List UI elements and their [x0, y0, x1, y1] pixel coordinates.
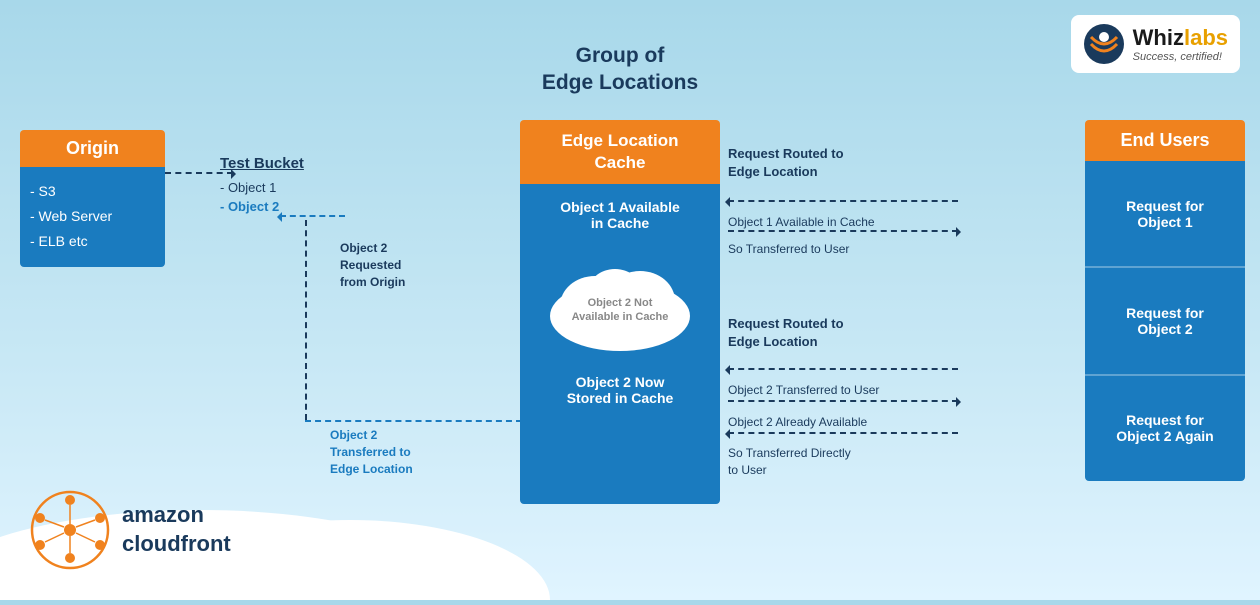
test-bucket-title: Test Bucket [220, 155, 380, 172]
arrow-left-1 [720, 197, 730, 207]
request-routed-2-arrow [728, 368, 958, 370]
request-routed-1-arrow [728, 200, 958, 202]
whizlabs-logo: Whizlabs Success, certified! [1071, 15, 1240, 73]
arrow-left-3 [720, 365, 730, 375]
logo-labs: labs [1184, 25, 1228, 50]
test-bucket-area: Test Bucket - Object 1 - Object 2 [220, 155, 380, 216]
arrow-right-4 [956, 397, 966, 407]
end-users-header: End Users [1085, 120, 1245, 161]
obj2-requested-label: Object 2Requestedfrom Origin [340, 240, 450, 290]
obj2-already-label: Object 2 Already Available [728, 415, 867, 429]
obj2-left-arrow [280, 215, 345, 217]
origin-item-elb: - ELB etc [30, 229, 155, 254]
edge-cache-header: Edge LocationCache [520, 120, 720, 184]
logo-tagline: Success, certified! [1133, 51, 1228, 63]
origin-body: - S3 - Web Server - ELB etc [20, 167, 165, 267]
cloudfront-icon [30, 490, 110, 570]
obj1-available-arrow [728, 230, 958, 232]
svg-text:Available in Cache: Available in Cache [572, 311, 669, 323]
end-users-box: End Users Request forObject 1 Request fo… [1085, 120, 1245, 481]
so-transferred-label: So Transferred to User [728, 242, 849, 256]
end-users-body: Request forObject 1 Request forObject 2 … [1085, 161, 1245, 481]
arrow-left-5 [720, 429, 730, 439]
logo-text-block: Whizlabs Success, certified! [1133, 25, 1228, 63]
request-routed-1-label: Request Routed toEdge Location [728, 145, 893, 181]
arrow-left-head-blue [272, 212, 282, 222]
cloud-shape: Object 2 Not Available in Cache [540, 246, 700, 359]
obj2-already-arrow [728, 432, 958, 434]
obj2-to-edge-arrow [305, 420, 522, 422]
obj1-available-label: Object 1 Available in Cache [728, 215, 958, 229]
arrow-right-2 [956, 227, 966, 237]
group-edge-title: Group ofEdge Locations [510, 42, 730, 97]
whizlabs-icon [1083, 23, 1125, 65]
obj2-vertical-line [305, 220, 307, 420]
obj2-transferred-user-label: Object 2 Transferred to User [728, 383, 879, 397]
svg-text:Object 2 Not: Object 2 Not [588, 297, 653, 309]
origin-item-web: - Web Server [30, 204, 155, 229]
logo-company-name: Whizlabs [1133, 25, 1228, 51]
origin-header: Origin [20, 130, 165, 167]
origin-item-s3: - S3 [30, 179, 155, 204]
cloudfront-logo: amazoncloudfront [30, 490, 231, 570]
cache-obj1-label: Object 1 Availablein Cache [560, 199, 680, 231]
end-user-obj2-again: Request forObject 2 Again [1085, 376, 1245, 481]
end-user-obj1: Request forObject 1 [1085, 161, 1245, 268]
test-bucket-obj1: - Object 1 [220, 178, 380, 197]
so-direct-label: So Transferred Directlyto User [728, 445, 851, 479]
end-user-obj2: Request forObject 2 [1085, 268, 1245, 375]
request-routed-2-label: Request Routed toEdge Location [728, 315, 893, 351]
cloudfront-text: amazoncloudfront [122, 501, 231, 558]
cache-obj2-stored-label: Object 2 NowStored in Cache [567, 374, 674, 406]
edge-cache-box: Edge LocationCache Object 1 Availablein … [520, 120, 720, 504]
origin-box: Origin - S3 - Web Server - ELB etc [20, 130, 165, 267]
test-bucket-obj2: - Object 2 [220, 197, 380, 216]
obj2-transferred-label: Object 2Transferred toEdge Location [330, 427, 460, 477]
obj2-transfer-arrow [728, 400, 958, 402]
edge-cache-body: Object 1 Availablein Cache Object 2 Not … [520, 184, 720, 504]
